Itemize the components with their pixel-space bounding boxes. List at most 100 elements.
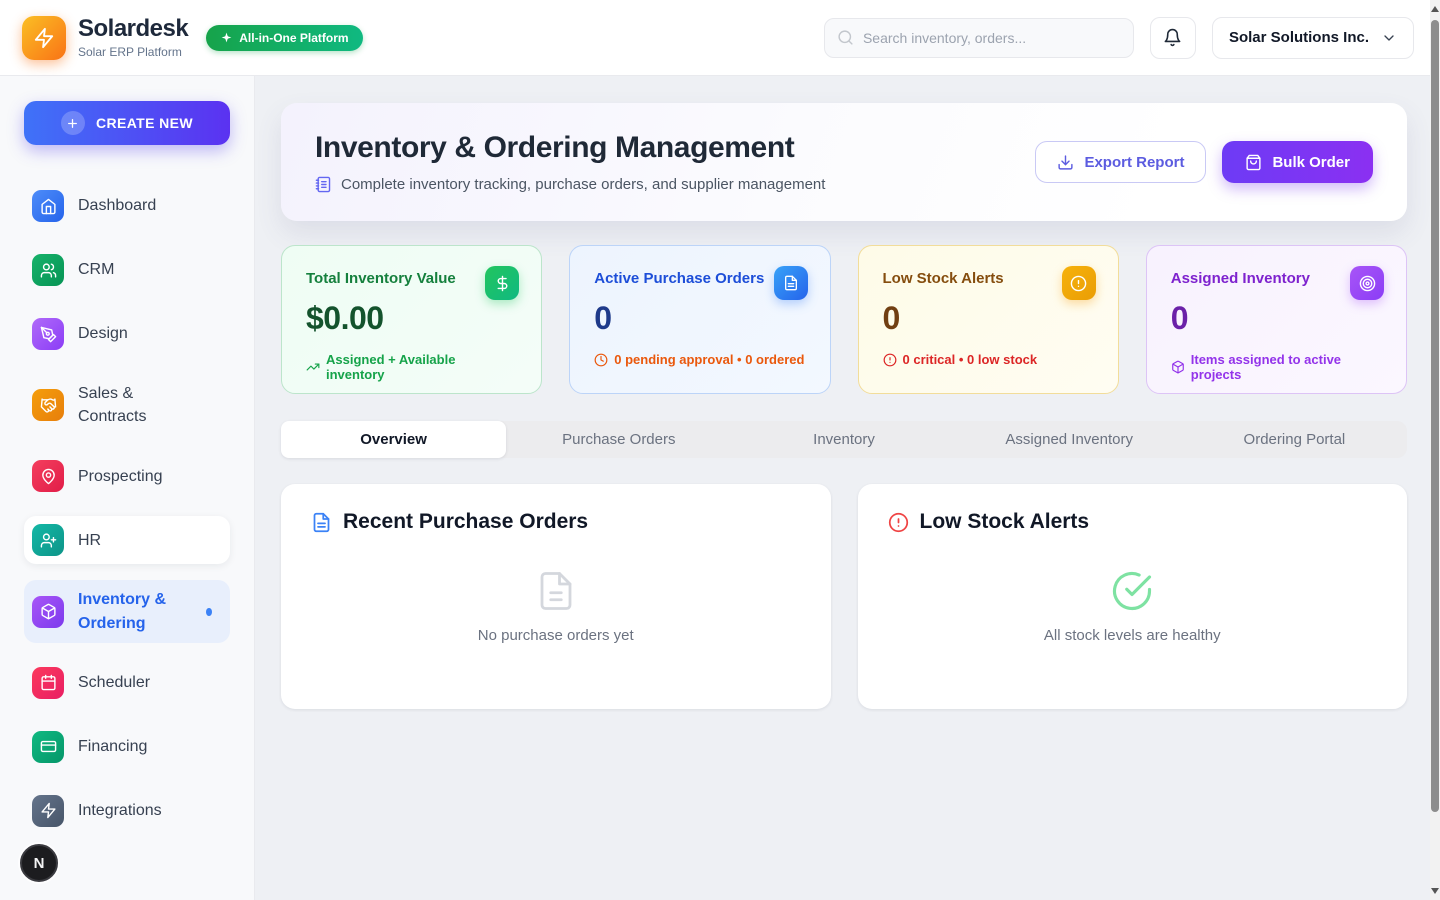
sidebar-item-inventory-ordering[interactable]: Inventory & Ordering (24, 580, 230, 642)
stat-note-text: Items assigned to active projects (1191, 352, 1382, 382)
notebook-icon (315, 176, 332, 193)
file-text-icon (774, 266, 808, 300)
tab-purchase-orders[interactable]: Purchase Orders (506, 421, 731, 458)
plus-icon (61, 111, 85, 135)
bell-icon (1163, 28, 1182, 47)
users-icon (32, 254, 64, 286)
sidebar-item-label: Scheduler (78, 671, 150, 694)
download-icon (1057, 154, 1074, 171)
file-icon (535, 570, 577, 612)
dollar-icon (485, 266, 519, 300)
stat-value: 0 (1171, 300, 1382, 337)
calendar-icon (32, 667, 64, 699)
app-logo-lightning-icon (22, 16, 66, 60)
global-search[interactable] (824, 18, 1134, 58)
sidebar-item-label: Sales & Contracts (78, 382, 196, 428)
platform-badge: All-in-One Platform (206, 25, 362, 51)
active-indicator-dot (206, 608, 212, 616)
panel-title: Low Stock Alerts (920, 510, 1090, 534)
sidebar: CREATE NEW Dashboard CRM Design Sales & … (0, 76, 255, 900)
pen-tool-icon (32, 318, 64, 350)
empty-state-text: All stock levels are healthy (1044, 627, 1221, 644)
check-circle-icon (1111, 570, 1153, 612)
low-stock-alerts-panel: Low Stock Alerts All stock levels are he… (858, 484, 1408, 709)
stat-note-text: 0 critical • 0 low stock (903, 352, 1038, 367)
credit-card-icon (32, 731, 64, 763)
tab-bar: Overview Purchase Orders Inventory Assig… (281, 421, 1407, 458)
sidebar-item-label: CRM (78, 258, 114, 281)
sidebar-item-prospecting[interactable]: Prospecting (24, 452, 230, 500)
sidebar-item-scheduler[interactable]: Scheduler (24, 659, 230, 707)
sidebar-item-crm[interactable]: CRM (24, 246, 230, 294)
app-title: Solardesk (78, 16, 188, 42)
overview-panels: Recent Purchase Orders No purchase order… (281, 484, 1407, 709)
stat-cards: Total Inventory Value $0.00 Assigned + A… (281, 245, 1407, 394)
home-icon (32, 190, 64, 222)
sidebar-item-design[interactable]: Design (24, 310, 230, 358)
handshake-icon (32, 389, 64, 421)
sidebar-item-label: Integrations (78, 799, 162, 822)
stat-active-purchase-orders: Active Purchase Orders 0 0 pending appro… (569, 245, 830, 394)
company-name: Solar Solutions Inc. (1229, 29, 1369, 46)
user-plus-icon (32, 524, 64, 556)
sidebar-item-sales-contracts[interactable]: Sales & Contracts (24, 374, 230, 436)
brand-block: Solardesk Solar ERP Platform (78, 16, 188, 58)
scroll-up-arrow-icon[interactable] (1431, 6, 1439, 12)
scrollbar-thumb[interactable] (1431, 20, 1439, 812)
sidebar-item-label: Financing (78, 735, 147, 758)
map-pin-icon (32, 460, 64, 492)
tab-overview[interactable]: Overview (281, 421, 506, 458)
avatar-initial: N (34, 855, 45, 872)
trending-up-icon (306, 360, 320, 374)
page-header-banner: Inventory & Ordering Management Complete… (281, 103, 1407, 221)
search-input[interactable] (863, 30, 1121, 46)
chevron-down-icon (1381, 30, 1397, 46)
scroll-down-arrow-icon[interactable] (1431, 888, 1439, 894)
stat-assigned-inventory: Assigned Inventory 0 Items assigned to a… (1146, 245, 1407, 394)
page-title: Inventory & Ordering Management (315, 131, 825, 165)
vertical-scrollbar[interactable] (1430, 0, 1440, 900)
tab-assigned-inventory[interactable]: Assigned Inventory (957, 421, 1182, 458)
sparkles-icon (220, 31, 233, 44)
tab-inventory[interactable]: Inventory (731, 421, 956, 458)
alert-circle-icon (888, 512, 909, 533)
recent-purchase-orders-panel: Recent Purchase Orders No purchase order… (281, 484, 831, 709)
export-report-button[interactable]: Export Report (1035, 141, 1206, 183)
alert-circle-icon (883, 353, 897, 367)
top-header: Solardesk Solar ERP Platform All-in-One … (0, 0, 1440, 76)
stat-value: $0.00 (306, 300, 517, 337)
main-content: Inventory & Ordering Management Complete… (256, 76, 1430, 900)
target-icon (1350, 266, 1384, 300)
stat-value: 0 (883, 300, 1094, 337)
sidebar-item-label: Design (78, 322, 128, 345)
sidebar-item-label: Inventory & Ordering (78, 588, 192, 634)
empty-state-text: No purchase orders yet (478, 627, 634, 644)
clock-icon (594, 353, 608, 367)
page-subtitle: Complete inventory tracking, purchase or… (341, 176, 825, 193)
sidebar-item-financing[interactable]: Financing (24, 723, 230, 771)
package-icon (32, 596, 64, 628)
shopping-bag-icon (1245, 154, 1262, 171)
bulk-order-button[interactable]: Bulk Order (1222, 141, 1373, 183)
tab-ordering-portal[interactable]: Ordering Portal (1182, 421, 1407, 458)
app-subtitle: Solar ERP Platform (78, 45, 188, 59)
company-selector[interactable]: Solar Solutions Inc. (1212, 17, 1414, 59)
user-avatar[interactable]: N (20, 844, 58, 882)
sidebar-item-dashboard[interactable]: Dashboard (24, 182, 230, 230)
panel-title: Recent Purchase Orders (343, 510, 588, 534)
sidebar-item-label: HR (78, 529, 101, 552)
zap-icon (32, 795, 64, 827)
stat-note-text: 0 pending approval • 0 ordered (614, 352, 804, 367)
alert-circle-icon (1062, 266, 1096, 300)
sidebar-item-label: Dashboard (78, 194, 156, 217)
sidebar-item-label: Prospecting (78, 465, 163, 488)
file-text-icon (311, 512, 332, 533)
stat-low-stock-alerts: Low Stock Alerts 0 0 critical • 0 low st… (858, 245, 1119, 394)
sidebar-item-integrations[interactable]: Integrations (24, 787, 230, 835)
stat-value: 0 (594, 300, 805, 337)
sidebar-item-hr[interactable]: HR (24, 516, 230, 564)
package-icon (1171, 360, 1185, 374)
create-new-button[interactable]: CREATE NEW (24, 101, 230, 145)
stat-total-inventory-value: Total Inventory Value $0.00 Assigned + A… (281, 245, 542, 394)
notifications-button[interactable] (1150, 17, 1196, 59)
